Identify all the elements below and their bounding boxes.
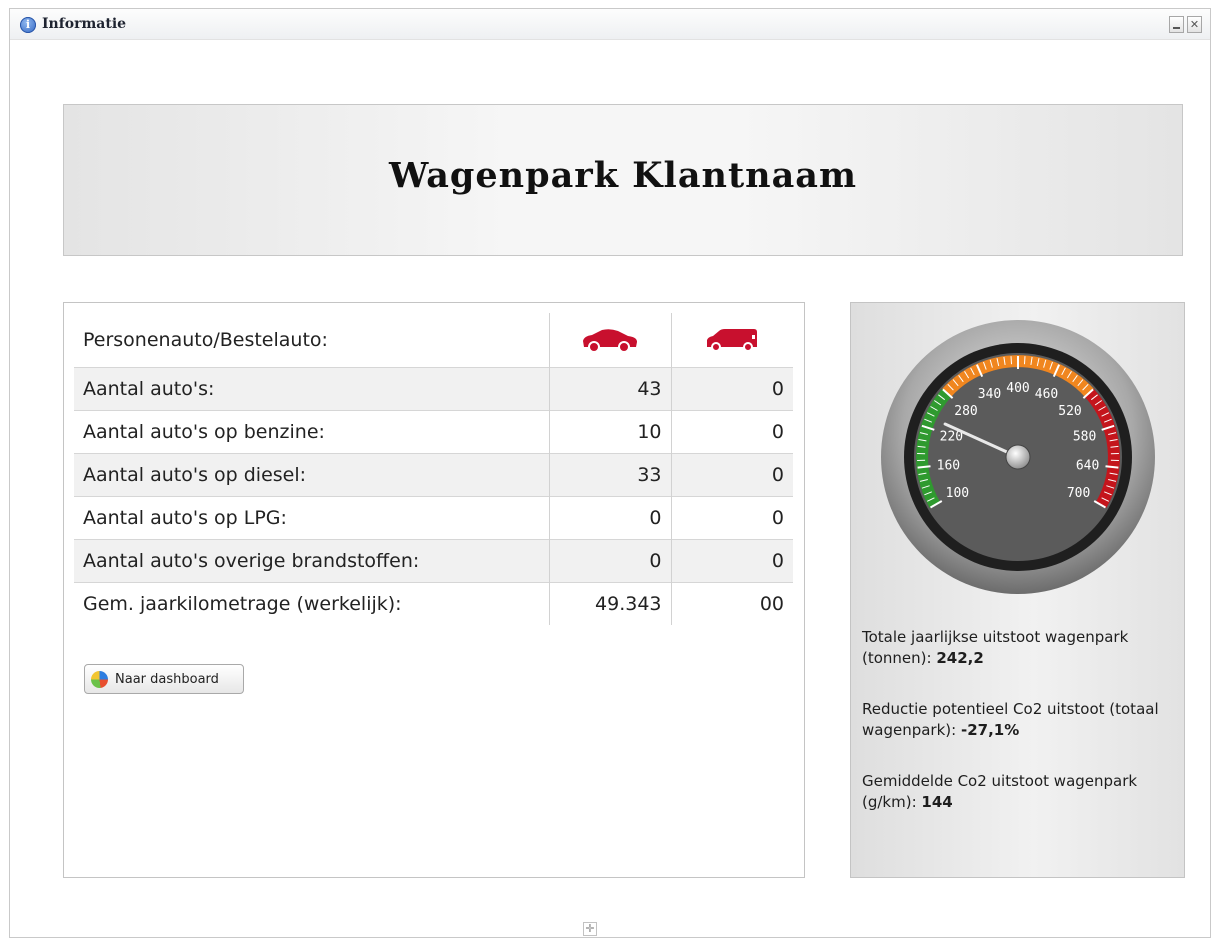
row-van-value: 00 xyxy=(670,581,793,625)
total-emission-value: 242,2 xyxy=(936,649,984,667)
close-icon: ✕ xyxy=(1189,18,1200,31)
row-label: Gem. jaarkilometrage (werkelijk): xyxy=(74,581,549,625)
table-row: Aantal auto's op benzine: 10 0 xyxy=(74,409,793,453)
row-label: Aantal auto's op benzine: xyxy=(74,409,549,453)
delivery-van-icon xyxy=(707,328,758,352)
pie-chart-icon xyxy=(91,671,108,688)
gauge-tick-label: 160 xyxy=(937,458,960,473)
vehicle-stats-panel: Personenauto/Bestelauto: Aantal auto's: xyxy=(63,302,805,878)
total-emission-stat: Totale jaarlijkse uitstoot wagenpark (to… xyxy=(862,627,1182,669)
emission-panel: 100 160 220 280 340 400 460 520 580 640 700 Totale… xyxy=(850,302,1185,878)
reduction-stat: Reductie potentieel Co2 uitstoot (totaal… xyxy=(862,699,1182,741)
row-van-value: 0 xyxy=(670,366,793,410)
total-emission-text: Totale jaarlijkse uitstoot wagenpark (to… xyxy=(862,628,1129,667)
row-car-value: 49.343 xyxy=(548,581,671,625)
gauge-tick xyxy=(1105,465,1119,469)
avg-co2-value: 144 xyxy=(921,793,953,811)
column-header-van xyxy=(670,313,793,367)
gauge-tick xyxy=(1010,356,1012,365)
table-row: Aantal auto's overige brandstoffen: 0 0 xyxy=(74,538,793,582)
row-van-value: 0 xyxy=(670,452,793,496)
row-car-value: 43 xyxy=(548,366,671,410)
header-banner: Wagenpark Klantnaam xyxy=(63,104,1183,256)
gauge-tick-label: 340 xyxy=(978,387,1001,402)
table-row: Aantal auto's: 43 0 xyxy=(74,366,793,410)
row-van-value: 0 xyxy=(670,409,793,453)
column-header-car xyxy=(548,313,671,367)
gauge-hub xyxy=(1005,444,1031,470)
row-label: Aantal auto's overige brandstoffen: xyxy=(74,538,549,582)
avg-co2-stat: Gemiddelde Co2 uitstoot wagenpark (g/km)… xyxy=(862,771,1182,813)
co2-gauge: 100160220280340 400 460520580640700 xyxy=(881,320,1155,594)
row-car-value: 0 xyxy=(548,538,671,582)
table-header-row: Personenauto/Bestelauto: xyxy=(74,313,793,367)
gauge-tick-label: 460 xyxy=(1035,387,1058,402)
table-row: Aantal auto's op diesel: 33 0 xyxy=(74,452,793,496)
gauge-tick xyxy=(1024,356,1026,365)
window-controls: ✕ xyxy=(1166,16,1202,33)
table-row: Gem. jaarkilometrage (werkelijk): 49.343… xyxy=(74,581,793,625)
dashboard-button[interactable]: Naar dashboard xyxy=(84,664,244,694)
row-car-value: 10 xyxy=(548,409,671,453)
dashboard-button-label: Naar dashboard xyxy=(115,672,219,687)
gauge-tick-label: 100 xyxy=(946,486,969,501)
move-handle-icon[interactable]: ✛ xyxy=(583,922,597,936)
row-van-value: 0 xyxy=(670,495,793,539)
row-label: Aantal auto's op diesel: xyxy=(74,452,549,496)
passenger-car-icon xyxy=(583,328,637,353)
gauge-tick-label: 400 xyxy=(1006,381,1029,396)
gauge-tick-label: 700 xyxy=(1067,486,1090,501)
reduction-value: -27,1% xyxy=(960,721,1020,739)
window-titlebar[interactable]: i Informatie ✕ xyxy=(10,9,1210,40)
gauge-tick xyxy=(917,465,931,469)
row-van-value: 0 xyxy=(670,538,793,582)
gauge-tick-label: 520 xyxy=(1058,404,1081,419)
minimize-icon xyxy=(1173,27,1180,29)
avg-co2-text: Gemiddelde Co2 uitstoot wagenpark (g/km)… xyxy=(862,772,1138,811)
window-title: Informatie xyxy=(42,16,127,32)
row-car-value: 0 xyxy=(548,495,671,539)
row-label: Aantal auto's: xyxy=(74,366,549,410)
row-label: Aantal auto's op LPG: xyxy=(74,495,549,539)
page-title: Wagenpark Klantnaam xyxy=(388,155,857,196)
header-label: Personenauto/Bestelauto: xyxy=(83,328,328,351)
close-button[interactable]: ✕ xyxy=(1187,16,1202,33)
vehicle-stats-table: Personenauto/Bestelauto: Aantal auto's: xyxy=(74,313,793,625)
gauge-tick-label: 580 xyxy=(1073,429,1096,444)
minimize-button[interactable] xyxy=(1169,16,1184,33)
info-icon: i xyxy=(20,17,36,33)
gauge-tick-label: 640 xyxy=(1076,458,1099,473)
row-car-value: 33 xyxy=(548,452,671,496)
table-row: Aantal auto's op LPG: 0 0 xyxy=(74,495,793,539)
gauge-tick-label: 280 xyxy=(954,404,977,419)
